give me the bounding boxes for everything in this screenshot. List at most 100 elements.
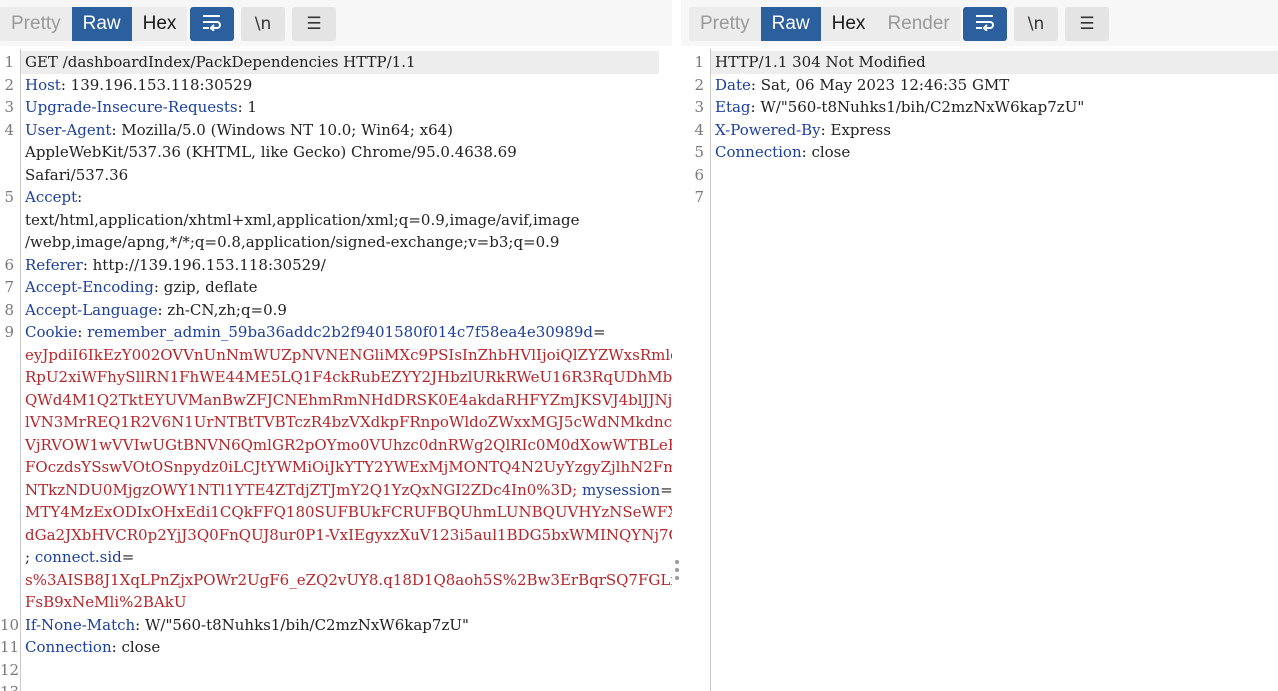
response-view-tabs: Pretty Raw Hex Render — [689, 7, 961, 41]
header-value: : W/"560-t8Nuhks1/bih/C2mzNxW6kap7zU" — [135, 615, 469, 634]
header-name: Accept-Encoding — [25, 278, 154, 296]
request-toolbar: Pretty Raw Hex \n ☰ — [0, 0, 672, 46]
tab-render[interactable]: Render — [876, 7, 960, 41]
cookie-name: connect.sid — [34, 548, 122, 566]
request-pane: Pretty Raw Hex \n ☰ 1 2 3 4 5 6 7 8 9 10… — [0, 0, 672, 691]
line-number: 12 — [0, 660, 20, 679]
newline-toggle-icon: \n — [1027, 14, 1045, 34]
line-number: 4 — [4, 120, 14, 139]
wrap-lines-button[interactable] — [963, 7, 1007, 41]
cookie-value: RpU2xiWFhySllRN1FhWE44ME5LQ1F4ckRubEZYY2… — [25, 368, 672, 386]
cookie-value: NTkzNDU0MjgzOWY1NTl1YTE4ZTdjZTJmY2Q1YzQx… — [25, 480, 578, 499]
separator: = — [121, 548, 135, 566]
header-x-powered-by: X-Powered-By: Express — [715, 119, 1268, 142]
header-connection: Connection: close — [25, 636, 662, 659]
menu-button[interactable]: ☰ — [292, 7, 336, 41]
line-number: 8 — [4, 300, 14, 319]
header-name: Connection — [715, 143, 802, 161]
header-value: : Sat, 06 May 2023 12:46:35 GMT — [750, 75, 1010, 94]
newline-toggle-icon: \n — [254, 14, 272, 34]
header-host: Host: 139.196.153.118:30529 — [25, 74, 662, 97]
header-value: : 139.196.153.118:30529 — [60, 75, 253, 94]
header-name: Cookie — [25, 323, 78, 341]
tab-hex[interactable]: Hex — [132, 7, 188, 41]
tab-pretty[interactable]: Pretty — [0, 7, 72, 41]
cookie-value: lVN3MrREQ1R2V6N1UrNTBtTVBTczR4bzVXdkpFRn… — [25, 413, 672, 431]
header-value: : zh-CN,zh;q=0.9 — [157, 300, 287, 319]
header-value: : W/"560-t8Nuhks1/bih/C2mzNxW6kap7zU" — [750, 98, 1085, 116]
header-value: : gzip, deflate — [153, 278, 258, 296]
line-number: 5 — [4, 188, 14, 206]
tab-raw[interactable]: Raw — [760, 7, 821, 41]
header-name: Upgrade-Insecure-Requests — [25, 98, 238, 116]
tab-raw[interactable]: Raw — [71, 7, 132, 41]
splitter-handle-icon[interactable] — [675, 560, 679, 584]
header-value-wrap: AppleWebKit/537.36 (KHTML, like Gecko) C… — [25, 143, 517, 161]
newline-toggle-button[interactable]: \n — [241, 7, 285, 41]
line-number: 1 — [694, 53, 704, 71]
header-name: Accept — [25, 188, 78, 206]
line-number: 3 — [694, 98, 704, 116]
cookie-line: ; connect.sid= — [25, 546, 662, 569]
response-editor[interactable]: 1 2 3 4 5 6 7 HTTP/1.1 304 Not Modified … — [681, 49, 1278, 691]
line-number: 5 — [694, 143, 704, 161]
header-name: Date — [715, 75, 751, 94]
wrap-lines-icon — [201, 13, 223, 36]
header-value-wrap: /webp,image/apng,*/*;q=0.8,application/s… — [25, 233, 560, 251]
line-number: 1 — [4, 53, 14, 71]
header-value: : Mozilla/5.0 (Windows NT 10.0; Win64; x… — [111, 120, 454, 139]
newline-toggle-button[interactable]: \n — [1014, 7, 1058, 41]
line-number: 11 — [0, 638, 20, 656]
header-etag: Etag: W/"560-t8Nuhks1/bih/C2mzNxW6kap7zU… — [715, 96, 1268, 119]
separator: ; — [25, 548, 35, 566]
line-number: 6 — [4, 255, 14, 274]
pane-splitter[interactable] — [672, 0, 681, 691]
line-number: 7 — [4, 278, 14, 296]
line-number: 9 — [4, 323, 14, 341]
header-value: : Express — [820, 120, 891, 139]
cookie-value: eyJpdiI6IkEzY002OVVnUnNmWUZpNVNENGliMXc9… — [25, 345, 672, 364]
header-date: Date: Sat, 06 May 2023 12:46:35 GMT — [715, 74, 1268, 97]
line-number: 10 — [0, 615, 20, 634]
menu-icon: ☰ — [1079, 14, 1095, 34]
header-value: : http://139.196.153.118:30529/ — [82, 255, 326, 274]
cookie-value: dGa2JXbHVCR0p2YjJ3Q0FnQUJ8ur0P1-VxIEgyxz… — [25, 525, 672, 544]
request-view-tabs: Pretty Raw Hex — [0, 7, 188, 41]
tab-hex[interactable]: Hex — [821, 7, 877, 41]
separator: : — [77, 323, 88, 341]
header-value-wrap: text/html,application/xhtml+xml,applicat… — [25, 210, 580, 229]
cookie-value: s%3AISB8J1XqLPnZjxPOWr2UgF6_eZQ2vUY8.q18… — [25, 570, 672, 589]
header-value: : close — [801, 143, 851, 161]
wrap-lines-button[interactable] — [190, 7, 234, 41]
cookie-name: mysession — [577, 480, 661, 499]
cookie-value: FOczdsYSswVOtOSnpydz0iLCJtYWMiOiJkYTY2YW… — [25, 458, 672, 476]
header-accept: Accept: — [25, 186, 662, 209]
header-connection: Connection: close — [715, 141, 1268, 164]
line-number: 2 — [4, 75, 14, 94]
header-name: Host — [25, 75, 61, 94]
menu-icon: ☰ — [306, 14, 322, 34]
line-number: 7 — [694, 188, 704, 206]
header-upgrade: Upgrade-Insecure-Requests: 1 — [25, 96, 662, 119]
request-editor[interactable]: 1 2 3 4 5 6 7 8 9 10 11 12 13 GET /dashb… — [0, 49, 672, 691]
response-pane: Pretty Raw Hex Render \n ☰ 1 2 3 4 5 6 7… — [681, 0, 1278, 691]
header-value: : 1 — [237, 98, 257, 116]
header-accept-language: Accept-Language: zh-CN,zh;q=0.9 — [25, 299, 662, 322]
request-line: GET /dashboardIndex/PackDependencies HTT… — [25, 53, 416, 71]
cookie-value: FsB9xNeMli%2BAkU — [25, 593, 187, 611]
header-referer: Referer: http://139.196.153.118:30529/ — [25, 254, 662, 277]
header-name: Accept-Language — [25, 300, 158, 319]
response-toolbar: Pretty Raw Hex Render \n ☰ — [681, 0, 1278, 46]
header-accept-encoding: Accept-Encoding: gzip, deflate — [25, 276, 662, 299]
tab-pretty[interactable]: Pretty — [689, 7, 761, 41]
line-number: 4 — [694, 120, 704, 139]
header-name: Etag — [715, 98, 751, 116]
cookie-value: VjRVOW1wVVIwUGtBNVN6QmlGR2pOYmo0VUhzc0dn… — [25, 435, 672, 454]
line-number: 6 — [694, 165, 704, 184]
header-name: User-Agent — [25, 120, 112, 139]
menu-button[interactable]: ☰ — [1065, 7, 1109, 41]
separator: = — [593, 323, 606, 341]
header-cookie: Cookie: remember_admin_59ba36addc2b2f940… — [25, 321, 662, 344]
cookie-value: QWd4M1Q2TktEYUVManBwZFJCNEhmRmNHdDRSK0E4… — [25, 390, 672, 409]
cookie-value: MTY4MzExODIxOHxEdi1CQkFFQ180SUFBUkFCRUFB… — [25, 503, 672, 521]
